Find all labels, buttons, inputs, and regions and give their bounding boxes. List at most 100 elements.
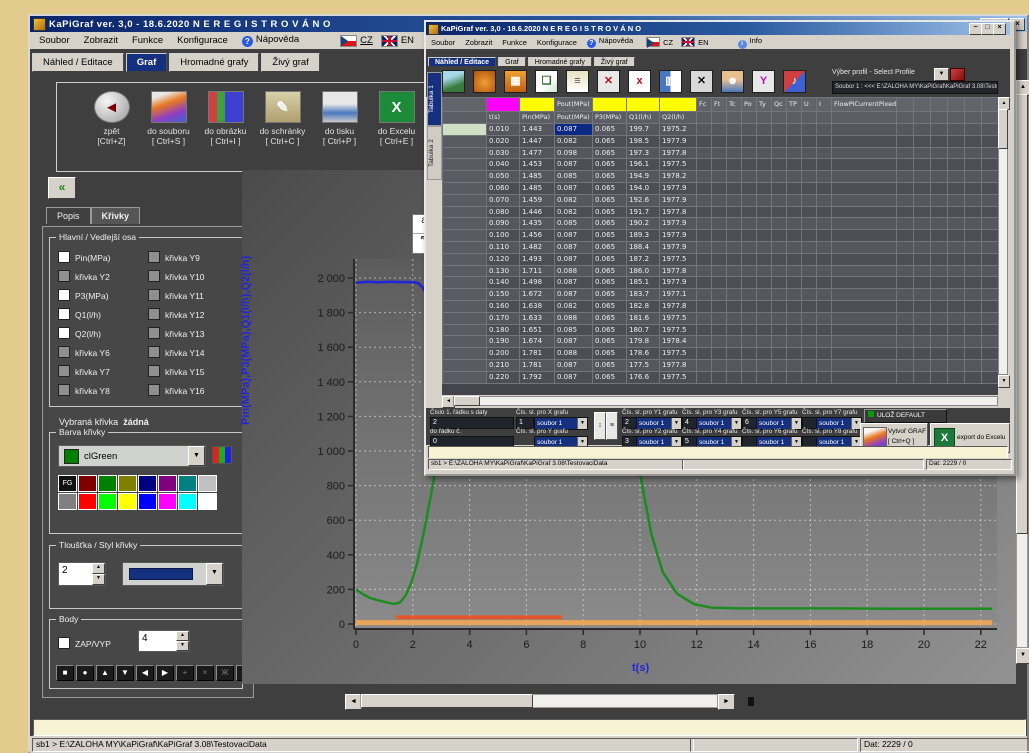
grid-header-cell[interactable] bbox=[964, 97, 982, 112]
grid-header-cell[interactable]: TP bbox=[786, 97, 802, 112]
side-tab-tabulka1[interactable]: Tabulka 1 bbox=[427, 72, 442, 126]
tab-graf[interactable]: Graf bbox=[126, 53, 168, 72]
palette-color[interactable] bbox=[198, 475, 217, 492]
curve-checkbox[interactable] bbox=[58, 384, 70, 396]
curve-checkbox[interactable] bbox=[148, 308, 160, 320]
open-image-icon[interactable] bbox=[442, 70, 465, 93]
curve-checkbox[interactable] bbox=[58, 327, 70, 339]
grid-cell[interactable] bbox=[831, 371, 897, 384]
chevron-down-icon[interactable]: ▼ bbox=[577, 418, 587, 429]
palette-color[interactable] bbox=[198, 493, 217, 510]
curve-checkbox[interactable] bbox=[148, 384, 160, 396]
grid-cell[interactable]: 0.065 bbox=[592, 371, 627, 384]
grid-header-cell[interactable] bbox=[947, 97, 965, 112]
palette-color[interactable] bbox=[178, 493, 197, 510]
points-toggle-checkbox[interactable] bbox=[58, 637, 70, 649]
palette-color[interactable]: FG bbox=[58, 475, 77, 492]
tab-hromadn-grafy[interactable]: Hromadné grafy bbox=[169, 53, 259, 72]
menu-soubor[interactable]: Soubor bbox=[32, 34, 77, 47]
grid-cell[interactable] bbox=[947, 371, 965, 384]
grid-header-cell[interactable]: Po bbox=[741, 97, 757, 112]
folder-orange-icon[interactable] bbox=[473, 70, 496, 93]
palette-color[interactable] bbox=[58, 493, 77, 510]
curve-checkbox[interactable] bbox=[148, 270, 160, 282]
grid-cell[interactable] bbox=[711, 371, 727, 384]
grid-cell[interactable]: 0.220 bbox=[486, 371, 520, 384]
lang-en[interactable]: EN bbox=[401, 35, 414, 46]
thickness-stepper[interactable]: 2 ▲▼ bbox=[58, 562, 106, 586]
scroll-down-icon[interactable]: ▼ bbox=[998, 375, 1010, 388]
line-style-combo[interactable]: ▼ bbox=[122, 562, 224, 586]
lang-cz[interactable]: CZ bbox=[663, 38, 673, 47]
excel-remove-icon[interactable]: x bbox=[628, 70, 651, 93]
lang-cz[interactable]: CZ bbox=[360, 35, 373, 46]
grid-header-cell[interactable] bbox=[442, 97, 487, 112]
grid-cell[interactable] bbox=[786, 371, 802, 384]
point-size-stepper[interactable]: 4 ▲▼ bbox=[138, 630, 190, 652]
chart-horizontal-scrollbar[interactable]: ◄ ► bbox=[345, 694, 733, 710]
close-button[interactable]: × bbox=[993, 23, 1006, 35]
grid-header-cell[interactable]: Ty bbox=[756, 97, 772, 112]
curve-checkbox[interactable] bbox=[58, 346, 70, 358]
grid-cell[interactable]: 1.792 bbox=[519, 371, 555, 384]
toolbar-button-picture[interactable]: do obrázku[ Ctrl+I ] bbox=[197, 89, 254, 146]
curve-checkbox[interactable] bbox=[148, 327, 160, 339]
chart-vertical-scrollbar[interactable]: ▲ ▼ bbox=[1016, 80, 1029, 664]
grid-header-cell[interactable] bbox=[592, 97, 627, 112]
save-default-button[interactable]: ULOŽ DEFAULT bbox=[864, 409, 947, 423]
menu-konfigurace[interactable]: Konfigurace bbox=[532, 38, 582, 47]
grid-header-cell[interactable]: I bbox=[816, 97, 832, 112]
curve-checkbox[interactable] bbox=[58, 251, 70, 263]
curve-checkbox[interactable] bbox=[58, 289, 70, 301]
lang-en[interactable]: EN bbox=[698, 38, 708, 47]
columns-icon[interactable]: ▥ bbox=[659, 70, 682, 93]
curve-checkbox[interactable] bbox=[148, 289, 160, 301]
grid-cell[interactable] bbox=[964, 371, 982, 384]
grid-row-header[interactable] bbox=[442, 371, 487, 384]
palette-color[interactable] bbox=[178, 475, 197, 492]
grid-header-cell[interactable]: Ft bbox=[711, 97, 727, 112]
grid-header-cell[interactable] bbox=[913, 97, 931, 112]
grid-cell[interactable]: 176.6 bbox=[626, 371, 660, 384]
menu-funkce[interactable]: Funkce bbox=[497, 38, 532, 47]
grid-horizontal-scrollbar[interactable]: ◄ bbox=[442, 396, 998, 407]
chevron-down-icon[interactable]: ▼ bbox=[188, 446, 205, 466]
point-shape-button[interactable]: ■ bbox=[56, 665, 74, 681]
curve-checkbox[interactable] bbox=[58, 270, 70, 282]
tab-n-hled-editace[interactable]: Náhled / Editace bbox=[32, 53, 124, 72]
menu-info[interactable]: iInfo bbox=[733, 36, 768, 49]
grid-cell[interactable]: 1977.5 bbox=[659, 371, 697, 384]
grid-header-cell[interactable] bbox=[930, 97, 948, 112]
collapse-panel-button[interactable]: « bbox=[48, 177, 76, 199]
copy-icon[interactable]: ❏ bbox=[535, 70, 558, 93]
scrollbar-thumb[interactable] bbox=[454, 396, 480, 406]
menu-funkce[interactable]: Funkce bbox=[125, 34, 170, 47]
grid-cell[interactable] bbox=[741, 371, 757, 384]
grid-cell[interactable] bbox=[756, 371, 772, 384]
palette-color[interactable] bbox=[118, 493, 137, 510]
paste-icon[interactable]: ≡ bbox=[566, 70, 589, 93]
toolbar-button-excel[interactable]: Xdo Excelu[ Ctrl+E ] bbox=[368, 89, 425, 146]
grid-cell[interactable] bbox=[726, 371, 742, 384]
flag-cz-icon[interactable] bbox=[646, 37, 660, 47]
palette-color[interactable] bbox=[98, 493, 117, 510]
scroll-down-icon[interactable]: ▼ bbox=[1016, 648, 1029, 664]
notes-icon[interactable]: ♪ bbox=[783, 70, 806, 93]
user-icon[interactable]: ☻ bbox=[721, 70, 744, 93]
menu-napoveda[interactable]: ?Nápověda bbox=[582, 36, 638, 48]
toolbar-button-clipboard[interactable]: ✎do schránky[ Ctrl+C ] bbox=[254, 89, 311, 146]
overlay-titlebar[interactable]: KaPiGraf ver. 3,0 - 18.6.2020 N E R E G … bbox=[426, 22, 1010, 35]
curve-checkbox[interactable] bbox=[58, 365, 70, 377]
grid-cell[interactable] bbox=[981, 371, 998, 384]
color-combo[interactable]: clGreen ▼ bbox=[58, 445, 206, 467]
stepper-arrows[interactable]: ▲▼ bbox=[176, 631, 189, 651]
flag-en-icon[interactable] bbox=[681, 37, 695, 47]
grid-header-cell[interactable]: Tc bbox=[726, 97, 742, 112]
flag-cz-icon[interactable] bbox=[340, 35, 357, 47]
toolbar-button-printer[interactable]: do tisku[ Ctrl+P ] bbox=[311, 89, 368, 146]
tab--iv-graf[interactable]: Živý graf bbox=[261, 53, 319, 72]
point-shape-button[interactable]: ▲ bbox=[96, 665, 114, 681]
clear-black-icon[interactable]: ✕ bbox=[690, 70, 713, 93]
grid-header-cell[interactable]: FlowPiCurrentPixed bbox=[831, 97, 897, 112]
grid-header-cell[interactable]: Qc bbox=[771, 97, 787, 112]
